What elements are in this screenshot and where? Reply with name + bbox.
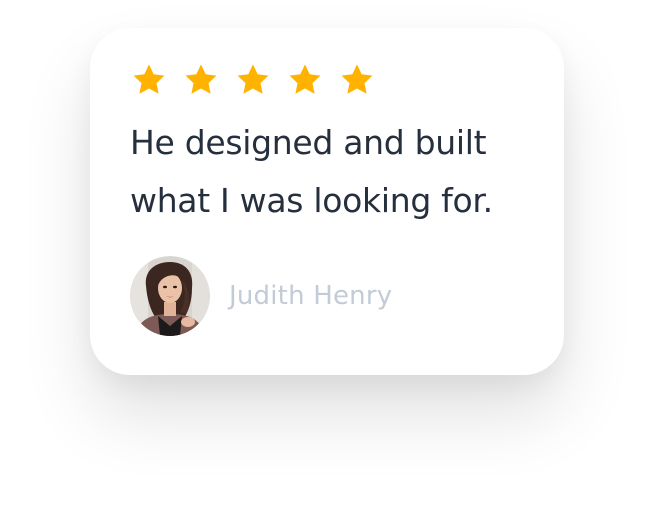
testimonial-card: He designed and built what I was looking… [90, 28, 564, 375]
testimonial-quote: He designed and built what I was looking… [130, 123, 493, 220]
author-name: Judith Henry [229, 281, 393, 311]
star-rating [130, 62, 376, 98]
star-icon [185, 64, 217, 94]
star-icon [289, 64, 321, 94]
author: Judith Henry [130, 256, 392, 336]
star-icon [237, 64, 269, 94]
star-icon [341, 64, 373, 94]
star-icon [133, 64, 165, 94]
avatar [130, 256, 210, 336]
